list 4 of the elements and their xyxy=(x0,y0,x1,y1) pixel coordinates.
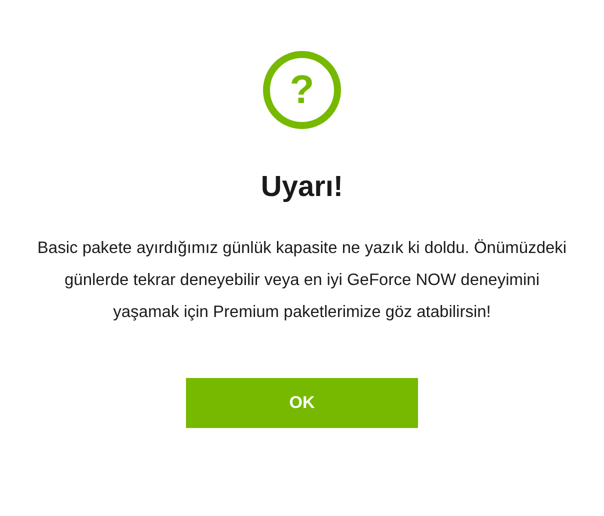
ok-button[interactable]: OK xyxy=(186,378,418,428)
question-icon: ? xyxy=(263,51,341,129)
dialog-title: Uyarı! xyxy=(260,173,344,202)
dialog-message: Basic pakete ayırdığımız günlük kapasite ne yazık ki doldu. Önümüzdeki günlerde tekrar deneyebilir veya en iyi GeForce NOW deneyimini yaşamak için Premium paketlerimize göz atabilirsin! xyxy=(36,238,568,323)
